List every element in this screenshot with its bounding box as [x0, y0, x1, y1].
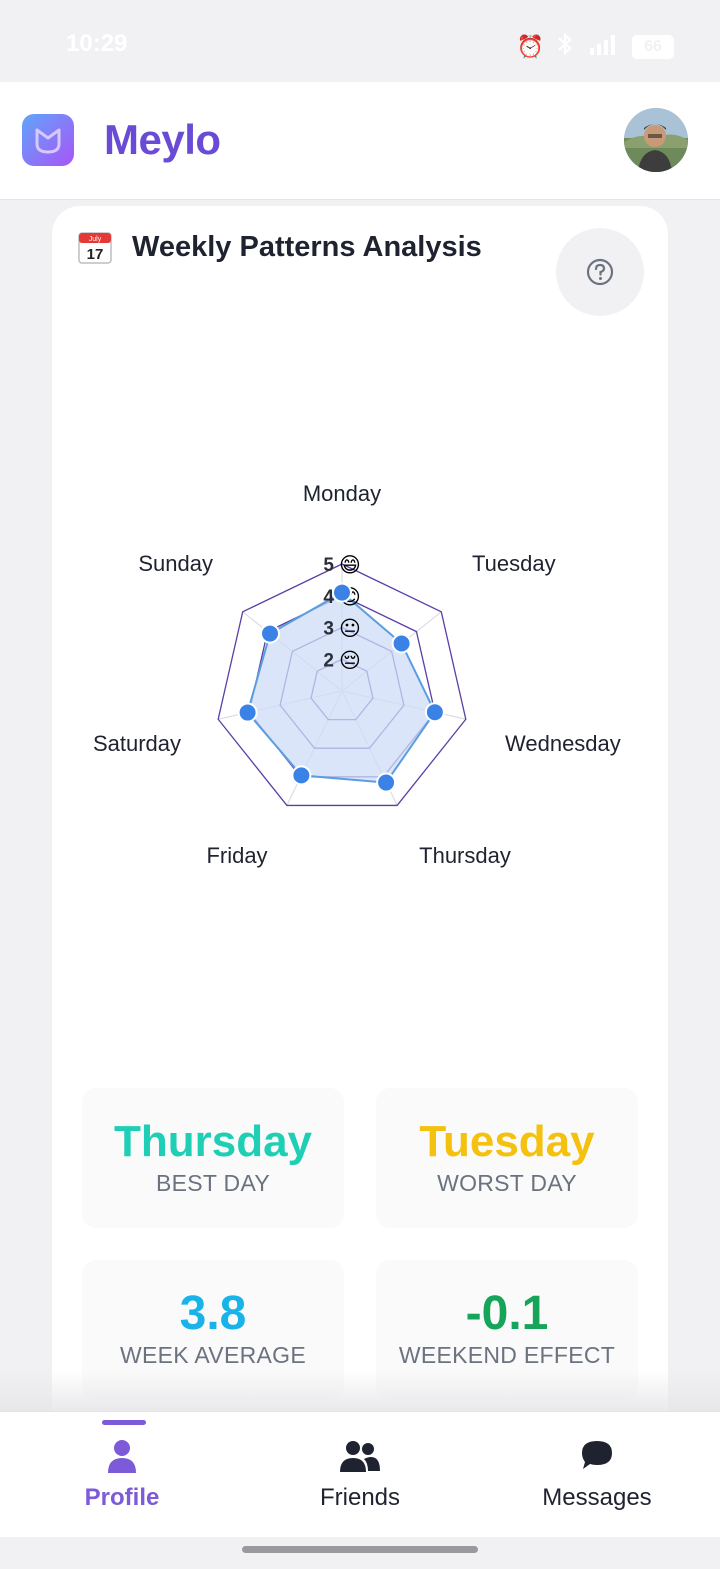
radar-scale-label: 2 — [323, 650, 334, 671]
bluetooth-icon — [556, 32, 574, 62]
stat-label: WEEKEND EFFECT — [398, 1342, 616, 1368]
chat-bubble-icon — [477, 1438, 717, 1478]
radar-day-label: Saturday — [93, 731, 181, 756]
card-header: July 17 Weekly Patterns Analysis — [78, 230, 482, 264]
people-icon — [240, 1438, 480, 1478]
nav-label: Messages — [542, 1484, 652, 1511]
nav-label: Profile — [84, 1484, 160, 1511]
question-circle-icon — [586, 258, 614, 286]
radar-scale-emoji: 😄 — [339, 554, 361, 577]
app-header: Meylo — [0, 82, 720, 200]
battery-icon: 66 — [632, 35, 674, 59]
alarm-icon: ⏰ — [516, 34, 544, 59]
radar-point — [424, 702, 445, 723]
radar-point — [376, 772, 397, 793]
status-bar: 10:29 ⏰ 66 — [0, 0, 720, 82]
stat-value: -0.1 — [465, 1287, 549, 1340]
radar-day-label: Wednesday — [505, 731, 621, 756]
stat-value: Thursday — [113, 1117, 313, 1166]
radar-scale-emoji: 😐 — [339, 618, 361, 641]
help-button[interactable] — [556, 228, 644, 316]
nav-messages[interactable]: Messages — [477, 1412, 717, 1538]
stat-value: 3.8 — [179, 1287, 247, 1340]
radar-scale-label: 3 — [323, 619, 334, 640]
radar-point — [291, 765, 312, 786]
status-time: 10:29 — [66, 30, 128, 57]
nav-profile[interactable]: Profile — [2, 1412, 242, 1538]
nav-label: Friends — [319, 1484, 401, 1511]
radar-point — [237, 702, 258, 723]
scroll-fade — [0, 1370, 720, 1412]
app-name: Meylo — [104, 116, 221, 163]
home-indicator — [242, 1546, 478, 1553]
radar-point — [260, 623, 281, 644]
stat-label: BEST DAY — [155, 1170, 271, 1196]
signal-icon — [586, 32, 620, 62]
radar-day-label: Friday — [206, 843, 267, 868]
stat-best-day: Thursday BEST DAY — [82, 1088, 344, 1228]
nav-friends[interactable]: Friends — [240, 1412, 480, 1538]
status-icons: ⏰ 66 — [517, 32, 674, 62]
stat-worst-day: Tuesday WORST DAY — [376, 1088, 638, 1228]
calendar-day: 17 — [87, 246, 104, 263]
active-indicator — [102, 1420, 146, 1425]
app-logo[interactable] — [22, 114, 74, 166]
radar-day-label: Thursday — [419, 843, 511, 868]
radar-scale-label: 5 — [323, 555, 334, 576]
radar-scale-emoji: 😔 — [339, 649, 361, 672]
avatar[interactable] — [624, 108, 688, 172]
stat-label: WORST DAY — [437, 1170, 577, 1196]
weekly-radar-chart: 5😄4😊3😐2😔MondayTuesdayWednesdayThursdayFr… — [93, 481, 621, 868]
stat-value: Tuesday — [419, 1117, 595, 1166]
calendar-month: July — [89, 236, 102, 243]
bottom-nav: Profile Friends Messages — [0, 1411, 720, 1537]
calendar-icon: July 17 — [78, 230, 112, 264]
radar-point — [391, 633, 412, 654]
radar-day-label: Tuesday — [472, 551, 556, 576]
person-icon — [2, 1438, 242, 1478]
radar-point — [332, 582, 352, 603]
radar-day-label: Monday — [303, 481, 381, 506]
card-title: Weekly Patterns Analysis — [132, 230, 482, 263]
radar-day-label: Sunday — [138, 551, 213, 576]
stat-label: WEEK AVERAGE — [120, 1342, 306, 1368]
